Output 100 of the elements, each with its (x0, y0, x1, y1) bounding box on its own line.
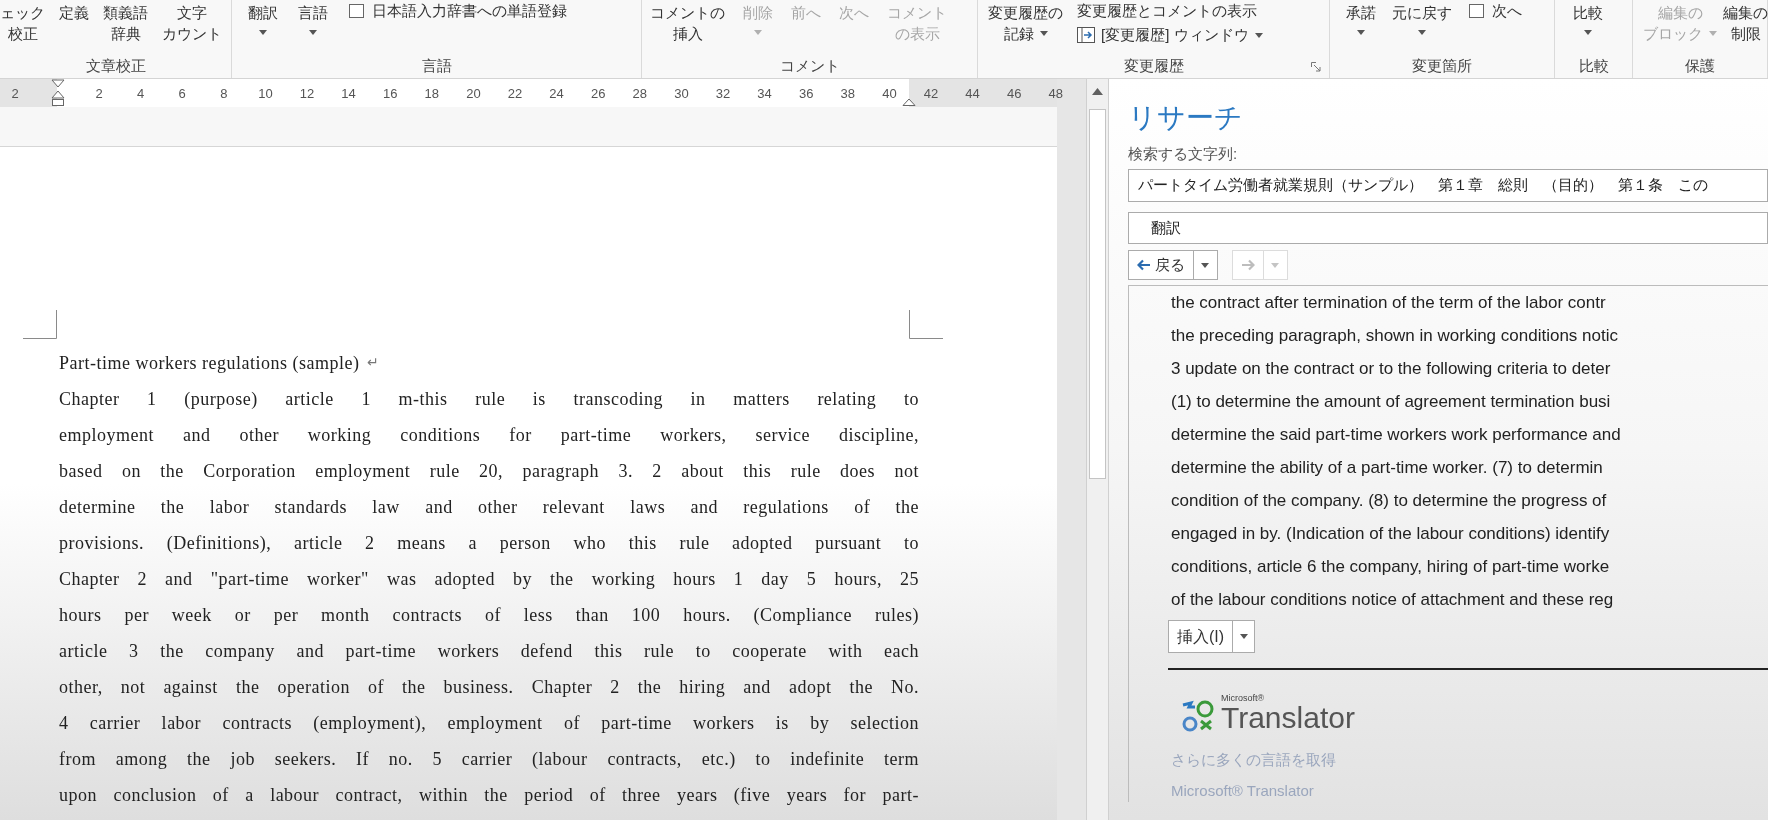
ruler-number: 24 (549, 85, 564, 103)
caret-icon (1418, 29, 1426, 35)
caret-icon (1357, 29, 1365, 35)
translation-line: engaged in by. (Indication of the labour conditions) identify (1171, 523, 1610, 545)
body-text-line: provisions. (Definitions), article 2 means a person who this rule adopted pursuant to (59, 532, 919, 555)
group-label: 文章校正 (85, 55, 146, 76)
translation-line: (1) to determine the amount of agreement termination busi (1171, 391, 1611, 413)
ruler-number: 16 (382, 85, 398, 103)
translation-line: determine the said part-time workers work performance and (1171, 424, 1621, 446)
translation-line: the contract after termination of the term of the labor contr (1171, 292, 1606, 314)
ruler-number: 4 (137, 85, 145, 103)
body-text-line: hours per week or per month contracts of less than 100 hours. (Compliance rules) (59, 604, 919, 627)
ruler-number: 2 (95, 85, 103, 103)
body-text-line: determine the labor standards law and other relevant laws and regulations of the (59, 496, 919, 519)
ribbon-button[interactable]: 承諾 (1346, 0, 1376, 41)
caret-icon (1254, 32, 1263, 38)
ribbon-button[interactable]: 比較 (1573, 0, 1603, 41)
ribbon-button[interactable]: 次へ (1468, 1, 1522, 21)
pane-title: リサーチ (1128, 101, 1243, 135)
ruler-number: 48 (1048, 85, 1064, 103)
group-label: 保護 (1685, 55, 1715, 76)
ribbon-button[interactable]: コメントの 挿入 (650, 0, 725, 44)
ribbon-button[interactable]: 言語 (298, 0, 328, 41)
ruler-number: 28 (632, 85, 648, 103)
ruler-number: 18 (424, 85, 440, 103)
ribbon-button[interactable]: 翻訳 (248, 0, 278, 41)
ruler-number: 36 (798, 85, 814, 103)
caret-icon (309, 29, 317, 35)
body-text-line: other, not against the operation of the business. Chapter 2 the hiring and adopt the No. (59, 676, 919, 699)
ruler-number: 34 (757, 85, 772, 103)
ribbon-button[interactable]: 編集の 制限 (1723, 0, 1768, 44)
group-label: 言語 (421, 55, 452, 76)
ruler-number: 12 (299, 85, 315, 103)
scroll-up-icon[interactable] (1092, 87, 1104, 95)
corner-mark (23, 310, 57, 339)
ribbon-button[interactable]: 文字 カウント (162, 0, 222, 44)
ruler-number: 44 (965, 85, 980, 103)
ruler-number: 10 (258, 85, 273, 103)
arrow-right-icon (1241, 259, 1255, 271)
body-text-line: Chapter 2 and "part-time worker" was adopted by the working hours 1 day 5 hours, 25 (59, 568, 919, 591)
body-text-line: article 3 the company and part-time workers defend this rule to cooperate with each (59, 640, 919, 663)
scrollbar-thumb[interactable] (1089, 109, 1107, 479)
translation-line: of the labour conditions notice of attachment and these reg (1171, 589, 1614, 611)
caret-icon (754, 29, 762, 35)
square-icon (1468, 3, 1486, 19)
service-dropdown[interactable]: 翻訳 (1128, 212, 1768, 244)
document-title: Part-time workers regulations (sample) (59, 352, 360, 375)
ribbon-button[interactable]: 日本語入力辞書への単語登録 (348, 1, 567, 21)
ribbon-button[interactable]: 類義語 辞典 (103, 0, 148, 44)
corner-mark (909, 310, 943, 339)
ruler-number: 32 (715, 85, 731, 103)
indent-marker-icon[interactable] (51, 79, 65, 107)
translation-line: 3 update on the contract or to the following criteria to deter (1171, 358, 1611, 380)
caret-icon (1201, 262, 1210, 268)
ruler-number: 8 (220, 85, 228, 103)
caret-icon (259, 29, 267, 35)
body-text-line: based on the Corporation employment rule 20, paragraph 3. 2 about this rule does not (59, 460, 919, 483)
ruler-number: 2 (11, 85, 19, 103)
ruler-number: 20 (466, 85, 481, 103)
scrollbar[interactable] (1086, 79, 1109, 820)
search-field[interactable]: パートタイム労働者就業規則（サンプル） 第１章 総則 （目的） 第１条 この (1128, 169, 1768, 202)
caret-icon (1271, 262, 1280, 268)
translation-line: conditions, article 6 the company, hiring of part-time worke (1171, 556, 1610, 578)
ruler-number: 40 (882, 85, 897, 103)
ruler-number: 26 (590, 85, 606, 103)
group-label: 比較 (1578, 55, 1609, 76)
ruler-number: 6 (178, 85, 186, 103)
ribbon-button[interactable]: ェック 校正 (0, 0, 45, 44)
body-text-line: upon conclusion of a labour contract, within the period of three years (five years for part- (59, 784, 919, 807)
group-label: コメント (779, 55, 840, 76)
caret-icon (1039, 31, 1048, 36)
ruler-number: 14 (341, 85, 356, 103)
dialog-launcher-icon[interactable] (1311, 62, 1321, 72)
paragraph-mark: ↵ (367, 354, 380, 372)
translation-line: the preceding paragraph, shown in working conditions notic (1171, 325, 1618, 347)
ruler-number: 22 (507, 85, 523, 103)
ruler-number: 30 (674, 85, 689, 103)
square-icon (348, 3, 366, 19)
group-label: 変更箇所 (1412, 55, 1472, 76)
ribbon-button[interactable]: 変更履歴の 記録 (988, 0, 1063, 44)
window-icon (1077, 27, 1095, 43)
caret-icon (1709, 31, 1717, 36)
body-text-line: employment and other working conditions for part-time workers, service discipline, (59, 424, 919, 447)
translation-line: determine the ability of a part-time worker. (7) to determin (1171, 457, 1603, 479)
ruler-number: 46 (1006, 85, 1022, 103)
logo-caption: Microsoft® (1221, 694, 1266, 703)
ribbon-button[interactable]: 変更履歴とコメントの表示 (1077, 1, 1263, 21)
ribbon-button[interactable]: [変更履歴] ウィンドウ (1077, 25, 1263, 45)
translation-line: condition of the company. (8) to determine the progress of (1171, 490, 1607, 512)
group-label: 変更履歴 (1123, 55, 1184, 76)
ribbon-button[interactable]: 定義 (59, 0, 89, 23)
ruler-number: 38 (840, 85, 856, 103)
body-text-line: from among the job seekers. If no. 5 carrier (labour contracts, etc.) to indefinite term (59, 748, 919, 771)
arrow-left-icon (1137, 259, 1151, 271)
translator-logo-icon (1181, 699, 1215, 733)
body-text-line: 4 carrier labor contracts (employment), employment of part-time workers is by selection (59, 712, 919, 735)
logo-wordmark: Translator (1221, 703, 1355, 733)
caret-icon (1239, 634, 1248, 639)
ribbon-button[interactable]: 元に戻す (1392, 0, 1452, 41)
body-text-line: Chapter 1 (purpose) article 1 m-this rule is transcoding in matters relating to (59, 388, 919, 411)
